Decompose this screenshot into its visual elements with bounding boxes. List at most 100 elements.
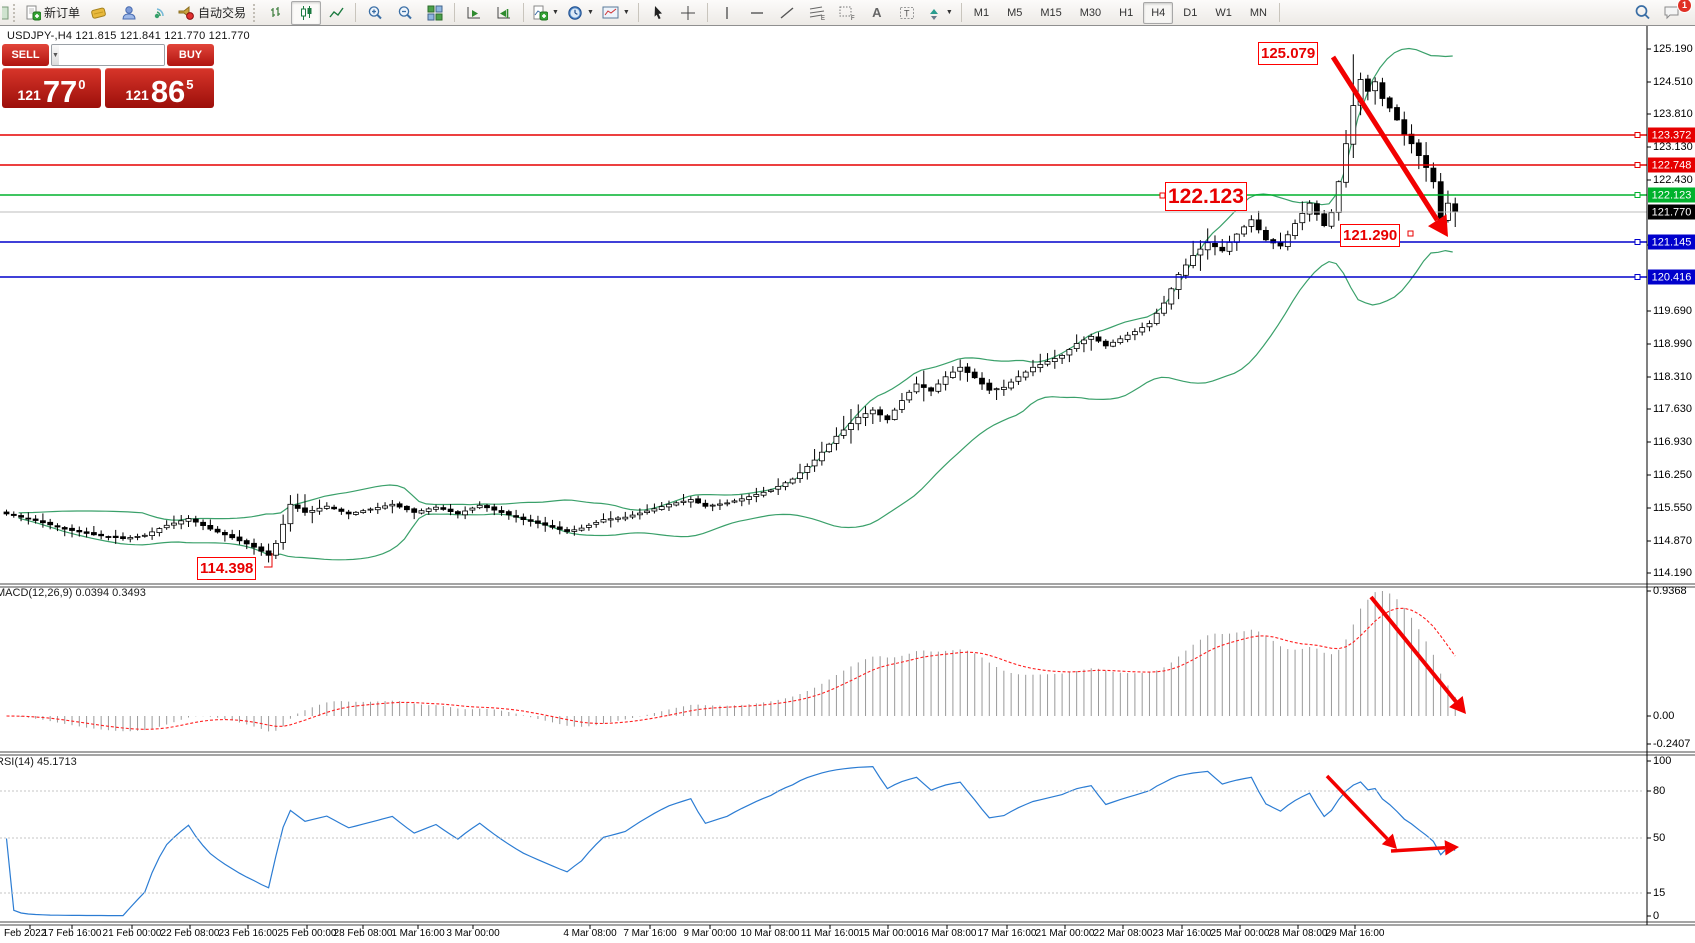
zoom-out-button[interactable]	[390, 1, 420, 25]
autotrading-button[interactable]: 自动交易	[174, 1, 250, 25]
timeframe-button-m30[interactable]: M30	[1072, 2, 1109, 24]
time-axis-label: 21 Mar 00:00	[1036, 928, 1095, 939]
candle-body	[652, 509, 657, 511]
candle-body	[1191, 256, 1196, 266]
candle-body	[1205, 243, 1210, 250]
line-handle[interactable]	[1635, 240, 1640, 245]
candle-body	[980, 378, 985, 384]
vertical-line-button[interactable]	[712, 1, 742, 25]
clock-icon	[567, 5, 583, 21]
buy-price-box[interactable]: 121 86 5	[105, 68, 214, 108]
line-handle[interactable]	[1635, 193, 1640, 198]
candle-body	[128, 538, 133, 539]
timeframe-button-h4[interactable]: H4	[1143, 2, 1173, 24]
candle-body	[936, 384, 941, 391]
candle-body	[637, 513, 642, 515]
candle-body	[470, 508, 475, 510]
cursor-button[interactable]	[643, 1, 673, 25]
templates-button[interactable]: ▼	[598, 1, 634, 25]
timeframe-button-h1[interactable]: H1	[1111, 2, 1141, 24]
candle-body	[303, 508, 308, 513]
toolbar-drag-handle[interactable]	[13, 4, 18, 22]
line-handle[interactable]	[1635, 133, 1640, 138]
text-label-button[interactable]: T	[892, 1, 922, 25]
volume-decrease-button[interactable]: ▼	[52, 45, 59, 65]
fibonacci-button[interactable]: E	[802, 1, 832, 25]
candle-body	[11, 514, 16, 515]
trend-arrow-macd[interactable]	[1371, 597, 1456, 702]
candle-body	[747, 497, 752, 500]
svg-text:T: T	[904, 8, 910, 18]
horizontal-line-button[interactable]	[742, 1, 772, 25]
macd-signal-line	[7, 608, 1456, 729]
candle-body	[1074, 344, 1079, 349]
timeframe-button-d1[interactable]: D1	[1175, 2, 1205, 24]
timeframe-button-m1[interactable]: M1	[966, 2, 997, 24]
notification-badge: 1	[1677, 0, 1692, 13]
bar-chart-button[interactable]	[261, 1, 291, 25]
candle-body	[426, 509, 431, 512]
annotation-price-label[interactable]: 122.123	[1165, 182, 1247, 211]
price-tick: 119.690	[1653, 305, 1692, 317]
sell-price-box[interactable]: 121 77 0	[2, 68, 101, 108]
crosshair-icon	[680, 5, 696, 21]
buy-button[interactable]: BUY	[167, 44, 214, 66]
new-order-button[interactable]: 新订单	[21, 1, 84, 25]
candle-body	[659, 507, 664, 510]
annotation-price-label[interactable]: 114.398	[197, 557, 256, 580]
line-handle[interactable]	[1635, 275, 1640, 280]
indicators-button[interactable]: ▼	[528, 1, 563, 25]
candle-body	[1052, 359, 1057, 362]
toolbar-drag-handle[interactable]	[253, 4, 258, 22]
depth-of-market-button[interactable]	[84, 1, 114, 25]
periods-button[interactable]: ▼	[563, 1, 598, 25]
auto-scroll-button[interactable]	[459, 1, 489, 25]
bar-chart-icon	[269, 5, 284, 21]
community-button[interactable]	[114, 1, 144, 25]
annotation-price-label[interactable]: 125.079	[1258, 42, 1318, 65]
candle-body	[528, 520, 533, 522]
crosshair-button[interactable]	[673, 1, 703, 25]
candle-body	[485, 506, 490, 508]
annotation-price-label[interactable]: 121.290	[1340, 224, 1400, 247]
sell-button[interactable]: SELL	[2, 44, 49, 66]
text-button[interactable]: A	[862, 1, 892, 25]
zoom-in-button[interactable]	[360, 1, 390, 25]
candle-body	[477, 505, 482, 507]
candle-body	[696, 499, 701, 503]
trend-arrow-rsi-right[interactable]	[1391, 848, 1445, 851]
chart-canvas[interactable]	[0, 26, 1695, 943]
chart-shift-button[interactable]	[489, 1, 519, 25]
candlestick-chart-button[interactable]	[291, 1, 321, 25]
candle-body	[1344, 144, 1349, 183]
trendline-button[interactable]	[772, 1, 802, 25]
candle-body	[703, 503, 708, 506]
dropdown-caret-icon: ▼	[946, 9, 953, 16]
price-tick: 123.130	[1653, 141, 1693, 153]
tile-windows-button[interactable]	[420, 1, 450, 25]
cloud-user-icon	[121, 5, 138, 21]
timeframe-button-w1[interactable]: W1	[1207, 2, 1240, 24]
candle-body	[383, 506, 388, 508]
candle-body	[1081, 340, 1086, 344]
timeframe-button-mn[interactable]: MN	[1242, 2, 1275, 24]
channel-button[interactable]: F	[832, 1, 862, 25]
candle-body	[514, 516, 519, 518]
candle-body	[1242, 227, 1247, 234]
search-button[interactable]	[1627, 1, 1657, 25]
volume-input[interactable]	[59, 45, 165, 65]
candle-body	[870, 410, 875, 414]
timeframe-button-m5[interactable]: M5	[999, 2, 1030, 24]
timeframe-button-m15[interactable]: M15	[1032, 2, 1069, 24]
signals-button[interactable]	[144, 1, 174, 25]
candle-body	[1009, 382, 1014, 388]
time-axis-label: 10 Mar 08:00	[741, 928, 800, 939]
line-handle[interactable]	[1635, 163, 1640, 168]
candle-body	[667, 504, 672, 507]
shapes-button[interactable]: ▼	[922, 1, 957, 25]
notifications-button[interactable]: 1	[1657, 1, 1687, 25]
trend-arrow-rsi-down[interactable]	[1327, 776, 1387, 839]
line-chart-button[interactable]	[321, 1, 351, 25]
candle-body	[70, 528, 75, 530]
timeframe-group: M1M5M15M30H1H4D1W1MN	[966, 2, 1275, 24]
